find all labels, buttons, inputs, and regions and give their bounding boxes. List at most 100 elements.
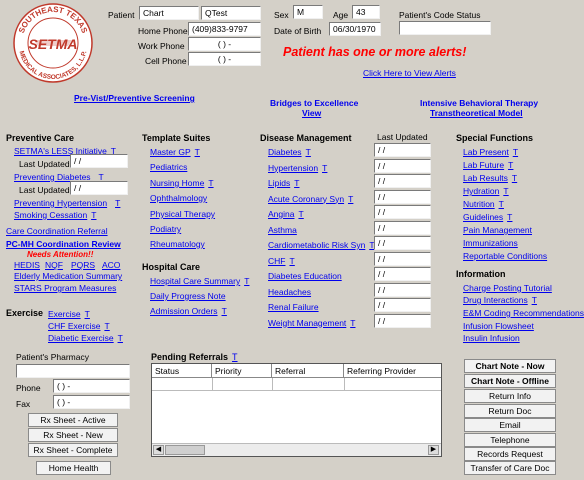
angina-updated-field[interactable]: / / [374, 205, 431, 219]
acute-coronary-syn-updated-field[interactable]: / / [374, 189, 431, 204]
admission-orders-link[interactable]: Admission Orders T [150, 306, 227, 316]
preventing-diabetes-updated-field[interactable]: / / [70, 181, 128, 195]
lab-future-link[interactable]: Lab Future T [463, 160, 513, 170]
scroll-right-arrow-icon[interactable]: ▶ [428, 445, 439, 455]
lipids-link[interactable]: Lipids T [268, 178, 299, 188]
rx-sheet-active-button[interactable]: Rx Sheet - Active [28, 413, 118, 427]
pcmh-review-link[interactable]: PC-MH Coordination Review [6, 239, 121, 249]
lipids-updated-field[interactable]: / / [374, 174, 431, 188]
pain-management-link[interactable]: Pain Management [463, 225, 532, 235]
daily-progress-note-link[interactable]: Daily Progress Note [150, 291, 226, 301]
scroll-thumb[interactable] [165, 445, 205, 455]
previsit-screening-link[interactable]: Pre-Vist/Preventive Screening [74, 93, 195, 103]
guidelines-link[interactable]: Guidelines T [463, 212, 512, 222]
transfer-of-care-doc-button[interactable]: Transfer of Care Doc [464, 461, 556, 475]
chf-link[interactable]: CHF T [268, 256, 295, 266]
home-phone-field[interactable]: (409)833-9797 [188, 22, 261, 36]
column-header-priority[interactable]: Priority [212, 364, 272, 378]
email-button[interactable]: Email [464, 418, 556, 432]
cell-phone-field[interactable]: ( ) - [188, 52, 261, 66]
column-header-referral[interactable]: Referral [272, 364, 344, 378]
acute-coronary-syn-link[interactable]: Acute Coronary Syn T [268, 194, 353, 204]
stars-program-link[interactable]: STARS Program Measures [14, 283, 116, 293]
renal-failure-updated-field[interactable]: / / [374, 298, 431, 312]
chf-updated-field[interactable]: / / [374, 251, 431, 266]
column-header-referring-provider[interactable]: Referring Provider [344, 364, 441, 378]
angina-link[interactable]: Angina T [268, 209, 304, 219]
exercise-link[interactable]: Exercise T [48, 309, 90, 319]
nutrition-link[interactable]: Nutrition T [463, 199, 504, 209]
nursing-home-link[interactable]: Nursing Home T [150, 178, 214, 188]
telephone-button[interactable]: Telephone [464, 433, 556, 447]
diabetes-education-link[interactable]: Diabetes Education [268, 271, 342, 281]
home-health-button[interactable]: Home Health [36, 461, 111, 475]
view-alerts-link[interactable]: Click Here to View Alerts [363, 68, 456, 78]
care-coordination-link[interactable]: Care Coordination Referral [6, 226, 108, 236]
weight-management-updated-field[interactable]: / / [374, 313, 431, 328]
horizontal-scrollbar[interactable]: ◀ ▶ [152, 443, 441, 456]
physical-therapy-link[interactable]: Physical Therapy [150, 209, 215, 219]
scroll-left-arrow-icon[interactable]: ◀ [153, 445, 164, 455]
return-doc-button[interactable]: Return Doc [464, 404, 556, 418]
rheumatology-link[interactable]: Rheumatology [150, 239, 205, 249]
pharmacy-fax-field[interactable]: ( ) - [53, 395, 130, 409]
reportable-conditions-link[interactable]: Reportable Conditions [463, 251, 547, 261]
em-coding-link[interactable]: E&M Coding Recommendations [463, 308, 584, 318]
hedis-link[interactable]: HEDIS [14, 260, 40, 270]
diabetes-updated-field[interactable]: / / [374, 143, 431, 157]
elderly-medication-link[interactable]: Elderly Medication Summary [14, 271, 122, 281]
hypertension-updated-field[interactable]: / / [374, 158, 431, 173]
records-request-button[interactable]: Records Request [464, 447, 556, 461]
cardiometabolic-risk-syn-updated-field[interactable]: / / [374, 236, 431, 250]
diabetes-link[interactable]: Diabetes T [268, 147, 311, 157]
chart-note-offline-button[interactable]: Chart Note - Offline [464, 374, 556, 388]
hydration-link[interactable]: Hydration T [463, 186, 509, 196]
preventing-hypertension-link[interactable]: Preventing Hypertension T [14, 198, 120, 208]
asthma-updated-field[interactable]: / / [374, 220, 431, 235]
pharmacy-phone-field[interactable]: ( ) - [53, 379, 130, 393]
diabetes-education-updated-field[interactable]: / / [374, 267, 431, 281]
pediatrics-link[interactable]: Pediatrics [150, 162, 187, 172]
chf-exercise-link[interactable]: CHF Exercise T [48, 321, 110, 331]
lab-results-link[interactable]: Lab Results T [463, 173, 517, 183]
pqrs-link[interactable]: PQRS [71, 260, 95, 270]
lab-present-link[interactable]: Lab Present T [463, 147, 518, 157]
hypertension-link[interactable]: Hypertension T [268, 163, 327, 173]
chart-note-now-button[interactable]: Chart Note - Now [464, 359, 556, 373]
weight-management-link[interactable]: Weight Management T [268, 318, 355, 328]
code-status-field[interactable] [399, 21, 491, 35]
immunizations-link[interactable]: Immunizations [463, 238, 518, 248]
transtheoretical-link[interactable]: Transtheoretical Model [430, 108, 523, 118]
nqf-link[interactable]: NQF [45, 260, 63, 270]
podiatry-link[interactable]: Podiatry [150, 224, 181, 234]
renal-failure-link[interactable]: Renal Failure [268, 302, 319, 312]
setma-less-updated-field[interactable]: / / [70, 154, 128, 168]
pending-referrals-grid[interactable]: Status Priority Referral Referring Provi… [151, 363, 442, 457]
infusion-flowsheet-link[interactable]: Infusion Flowsheet [463, 321, 534, 331]
patient-last-name-field[interactable]: QTest [201, 6, 261, 20]
ophthalmology-link[interactable]: Ophthalmology [150, 193, 207, 203]
cardiometabolic-risk-syn-link[interactable]: Cardiometabolic Risk Syn T [268, 240, 375, 250]
diabetic-exercise-link[interactable]: Diabetic Exercise T [48, 333, 123, 343]
work-phone-field[interactable]: ( ) - [188, 37, 261, 51]
rx-sheet-complete-button[interactable]: Rx Sheet - Complete [28, 443, 118, 457]
patient-first-name-field[interactable]: Chart [139, 6, 199, 20]
charge-posting-tutorial-link[interactable]: Charge Posting Tutorial [463, 283, 552, 293]
sex-field[interactable]: M [293, 5, 323, 19]
column-header-status[interactable]: Status [152, 364, 212, 378]
hospital-care-summary-link[interactable]: Hospital Care Summary T [150, 276, 249, 286]
headaches-updated-field[interactable]: / / [374, 282, 431, 297]
master-gp-link[interactable]: Master GP T [150, 147, 200, 157]
aco-link[interactable]: ACO [102, 260, 120, 270]
rx-sheet-new-button[interactable]: Rx Sheet - New [28, 428, 118, 442]
headaches-link[interactable]: Headaches [268, 287, 311, 297]
insulin-infusion-link[interactable]: Insulin Infusion [463, 333, 520, 343]
return-info-button[interactable]: Return Info [464, 389, 556, 403]
age-field[interactable]: 43 [352, 5, 380, 19]
drug-interactions-link[interactable]: Drug Interactions T [463, 295, 537, 305]
pharmacy-field[interactable] [16, 364, 130, 378]
bridges-view-link[interactable]: View [302, 108, 321, 118]
smoking-cessation-link[interactable]: Smoking Cessation T [14, 210, 96, 220]
dob-field[interactable]: 06/30/1970 [329, 22, 381, 36]
asthma-link[interactable]: Asthma [268, 225, 297, 235]
